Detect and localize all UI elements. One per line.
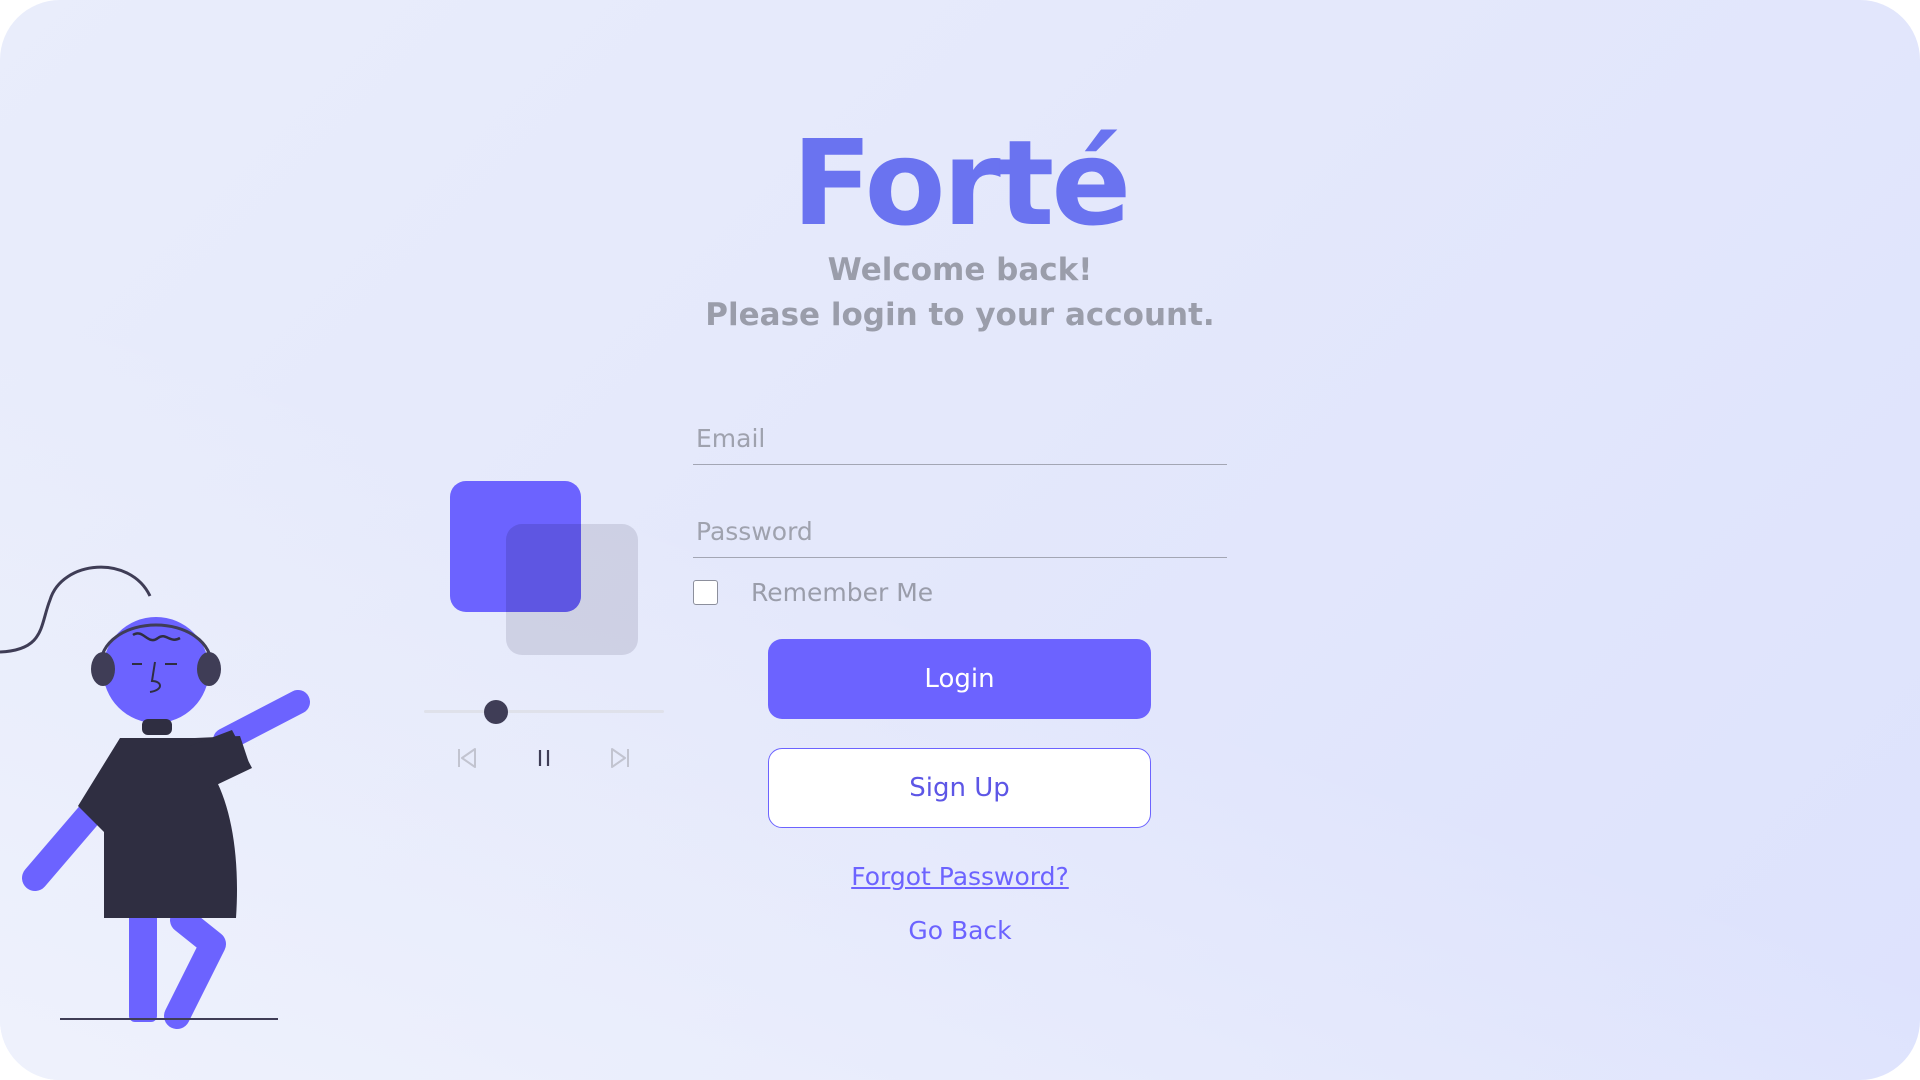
email-field-container <box>693 416 1233 465</box>
brand-logo-title: Forté <box>791 114 1132 252</box>
email-field[interactable] <box>693 416 1233 460</box>
album-art-overlap <box>506 524 581 612</box>
person-with-headphones-illustration <box>0 565 310 1029</box>
sign-up-button[interactable]: Sign Up <box>768 748 1151 828</box>
go-back-row: Go Back <box>0 916 1920 945</box>
welcome-subheading: Please login to your account. <box>705 297 1215 333</box>
remember-me-checkbox[interactable] <box>693 579 718 605</box>
remember-me-row: Remember Me <box>693 578 933 607</box>
go-back-link[interactable]: Go Back <box>908 916 1011 945</box>
password-field[interactable] <box>693 509 1233 553</box>
login-button[interactable]: Login <box>768 639 1151 719</box>
pause-icon[interactable] <box>531 745 557 771</box>
forgot-password-link[interactable]: Forgot Password? <box>851 862 1069 891</box>
player-progress-thumb[interactable] <box>484 700 508 724</box>
previous-icon[interactable] <box>454 745 480 771</box>
welcome-heading: Welcome back! <box>827 252 1093 288</box>
forgot-password-row: Forgot Password? <box>0 862 1920 891</box>
login-card: Forté Welcome back! Please login to your… <box>0 0 1920 1080</box>
next-icon[interactable] <box>607 745 633 771</box>
password-field-container <box>693 509 1233 558</box>
remember-me-label[interactable]: Remember Me <box>751 578 933 607</box>
player-progress-track[interactable] <box>424 710 664 713</box>
